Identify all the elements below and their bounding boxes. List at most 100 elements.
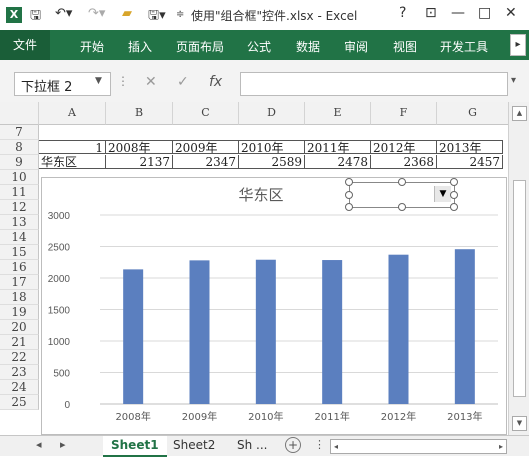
bar[interactable]: [322, 260, 343, 404]
resize-handle[interactable]: [450, 203, 458, 211]
tab-formulas[interactable]: 公式: [247, 38, 271, 55]
tab-split-handle-icon[interactable]: ⋮: [314, 438, 325, 451]
bar-chart[interactable]: 华东区 0 500 1000 1500 2000 2500 3000 2008年 2009年 2…: [41, 177, 507, 435]
row-header[interactable]: 16: [0, 260, 39, 275]
cell-d9[interactable]: 2589: [239, 155, 305, 169]
scroll-left-icon[interactable]: ◂: [334, 440, 338, 453]
tab-insert[interactable]: 插入: [128, 38, 152, 55]
bar[interactable]: [255, 259, 276, 404]
resize-handle[interactable]: [345, 203, 353, 211]
row-header[interactable]: 18: [0, 290, 39, 305]
row-header[interactable]: 19: [0, 305, 39, 320]
save-icon[interactable]: 🖫: [30, 6, 41, 28]
row-header[interactable]: 17: [0, 275, 39, 290]
minimize-button[interactable]: —: [451, 5, 465, 21]
chevron-down-icon[interactable]: ▼: [95, 76, 102, 86]
scroll-up-icon[interactable]: ▲: [512, 106, 527, 121]
cell-g9[interactable]: 2457: [437, 155, 503, 169]
row-header[interactable]: 10: [0, 170, 39, 185]
row-header[interactable]: 22: [0, 350, 39, 365]
maximize-button[interactable]: □: [478, 5, 491, 21]
expand-formula-bar-icon[interactable]: ▾: [511, 75, 516, 86]
resize-handle[interactable]: [398, 203, 406, 211]
vertical-scrollbar[interactable]: ▲ ▼: [508, 102, 529, 435]
column-header-g[interactable]: G: [437, 102, 508, 125]
sheet-tab-sheet1[interactable]: Sheet1: [103, 436, 167, 457]
row-header[interactable]: 13: [0, 215, 39, 230]
tab-developer[interactable]: 开发工具: [440, 38, 488, 55]
row-header[interactable]: 14: [0, 230, 39, 245]
column-header-b[interactable]: B: [106, 102, 173, 125]
bar[interactable]: [454, 249, 475, 404]
tab-page-layout[interactable]: 页面布局: [176, 38, 224, 55]
cell-c9[interactable]: 2347: [173, 155, 239, 169]
row-header[interactable]: 25: [0, 395, 39, 410]
row-header[interactable]: 23: [0, 365, 39, 380]
insert-function-icon[interactable]: fx: [209, 74, 222, 90]
cancel-icon[interactable]: ✕: [145, 74, 157, 90]
customize-toolbar-icon[interactable]: ≑: [176, 9, 184, 20]
column-header-c[interactable]: C: [173, 102, 239, 125]
tab-scroll-left-icon[interactable]: ◂: [36, 438, 42, 451]
tab-review[interactable]: 审阅: [344, 38, 368, 55]
add-sheet-icon[interactable]: +: [285, 437, 301, 453]
column-header-a[interactable]: A: [39, 102, 106, 125]
resize-handle[interactable]: [345, 178, 353, 186]
resize-handle[interactable]: [398, 178, 406, 186]
row-header[interactable]: 24: [0, 380, 39, 395]
cell-f9[interactable]: 2368: [371, 155, 437, 169]
tab-home[interactable]: 开始: [80, 38, 104, 55]
sheet-tab-sheet2[interactable]: Sheet2: [165, 436, 223, 455]
bar[interactable]: [388, 254, 409, 404]
chart-title[interactable]: 华东区: [238, 187, 283, 204]
help-button[interactable]: ?: [399, 5, 406, 21]
cell-b8[interactable]: 2008年: [106, 140, 173, 154]
row-header[interactable]: 11: [0, 185, 39, 200]
open-folder-icon[interactable]: ▰: [122, 6, 132, 21]
tab-scroll-right-icon[interactable]: ▸: [60, 438, 66, 451]
ribbon-scroll-right-icon[interactable]: ▸: [510, 34, 526, 56]
row-header[interactable]: 8: [0, 140, 39, 155]
column-header-e[interactable]: E: [305, 102, 371, 125]
enter-icon[interactable]: ✓: [177, 74, 189, 90]
column-header-d[interactable]: D: [239, 102, 305, 125]
save-as-icon[interactable]: 🖫▾: [148, 6, 166, 28]
cell-e9[interactable]: 2478: [305, 155, 371, 169]
row-header[interactable]: 12: [0, 200, 39, 215]
combo-dropdown-arrow-icon[interactable]: ▼: [434, 186, 451, 202]
cell-a8[interactable]: 1: [39, 140, 106, 154]
row-header[interactable]: 15: [0, 245, 39, 260]
scroll-right-icon[interactable]: ▸: [499, 440, 503, 453]
resize-handle[interactable]: [450, 191, 458, 199]
cell-a9[interactable]: 华东区: [39, 155, 106, 169]
name-box[interactable]: 下拉框 2 ▼: [14, 72, 111, 96]
ribbon-display-button[interactable]: ⊡: [425, 5, 437, 21]
column-header-f[interactable]: F: [371, 102, 437, 125]
tab-file[interactable]: 文件: [0, 30, 50, 60]
horizontal-scrollbar[interactable]: ◂ ▸: [330, 439, 507, 454]
cell-f8[interactable]: 2012年: [371, 140, 437, 154]
redo-icon[interactable]: ↷▾: [88, 6, 105, 21]
close-button[interactable]: ✕: [505, 5, 517, 21]
cell-g8[interactable]: 2013年: [437, 140, 503, 154]
row-header[interactable]: 7: [0, 125, 39, 140]
cell-e8[interactable]: 2011年: [305, 140, 371, 154]
row-header[interactable]: 21: [0, 335, 39, 350]
tab-data[interactable]: 数据: [296, 38, 320, 55]
sheet-tab-more[interactable]: Sh ...: [229, 436, 275, 455]
formula-input[interactable]: [240, 72, 508, 96]
undo-icon[interactable]: ↶▾: [55, 6, 72, 21]
tab-view[interactable]: 视图: [393, 38, 417, 55]
row-header[interactable]: 20: [0, 320, 39, 335]
cell-d8[interactable]: 2010年: [239, 140, 305, 154]
row-header[interactable]: 9: [0, 155, 39, 170]
bar[interactable]: [123, 269, 144, 404]
scrollbar-thumb[interactable]: [513, 180, 526, 397]
bar[interactable]: [189, 260, 210, 404]
cell-b9[interactable]: 2137: [106, 155, 173, 169]
select-all-corner[interactable]: [0, 102, 39, 125]
resize-handle[interactable]: [345, 191, 353, 199]
scroll-down-icon[interactable]: ▼: [512, 416, 527, 431]
resize-handle[interactable]: [450, 178, 458, 186]
cell-c8[interactable]: 2009年: [173, 140, 239, 154]
